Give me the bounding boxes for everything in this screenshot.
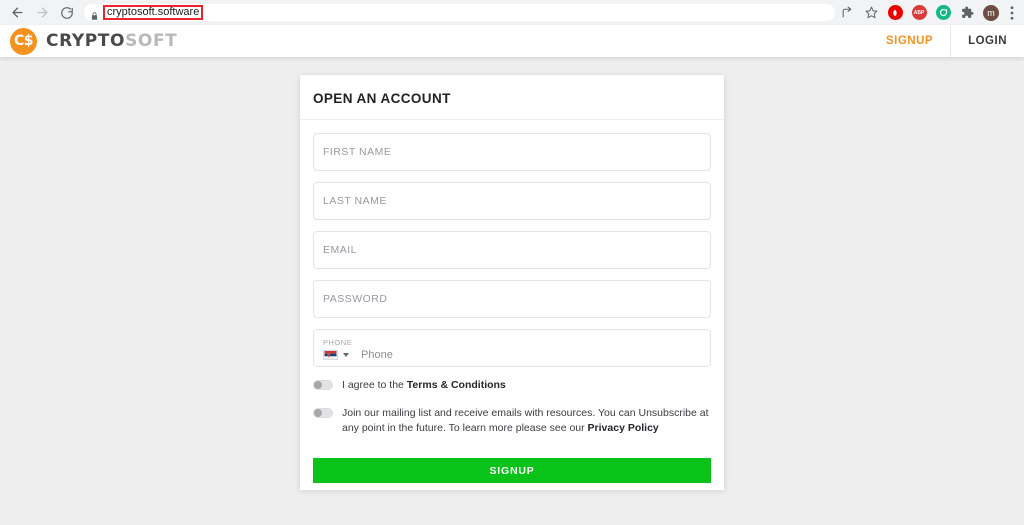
terms-toggle[interactable]	[313, 380, 333, 390]
signup-submit-button[interactable]: SIGNUP	[313, 458, 711, 483]
page-body: OPEN AN ACCOUNT FIRST NAME LAST NAME EMA…	[0, 57, 1024, 525]
signup-card: OPEN AN ACCOUNT FIRST NAME LAST NAME EMA…	[300, 75, 724, 490]
privacy-policy-link[interactable]: Privacy Policy	[588, 422, 659, 434]
header-link-login[interactable]: LOGIN	[950, 25, 1024, 57]
url-text: cryptosoft.software	[107, 6, 200, 18]
terms-toggle-row: I agree to the Terms & Conditions	[313, 378, 711, 393]
back-icon[interactable]	[6, 2, 28, 24]
logo-text-secondary: SOFT	[125, 31, 178, 51]
mailing-list-toggle-row: Join our mailing list and receive emails…	[313, 406, 711, 436]
mailing-list-toggle[interactable]	[313, 408, 333, 418]
puzzle-extensions-icon[interactable]	[955, 2, 979, 24]
share-icon[interactable]	[835, 2, 859, 24]
browser-toolbar: cryptosoft.software ABP m	[0, 0, 1024, 25]
phone-label: PHONE	[323, 338, 353, 347]
lock-icon	[90, 8, 99, 20]
terms-conditions-link[interactable]: Terms & Conditions	[407, 379, 506, 391]
email-placeholder: EMAIL	[323, 244, 358, 256]
url-highlight-box: cryptosoft.software	[103, 5, 204, 20]
site-logo[interactable]: C$ CRYPTOSOFT	[0, 27, 177, 55]
adblock-plus-icon[interactable]: ABP	[907, 2, 931, 24]
opera-extension-icon[interactable]	[883, 2, 907, 24]
phone-placeholder: Phone	[361, 349, 393, 361]
serbia-flag-icon[interactable]	[323, 350, 338, 360]
password-input[interactable]: PASSWORD	[313, 280, 711, 318]
bookmark-star-icon[interactable]	[859, 2, 883, 24]
first-name-placeholder: FIRST NAME	[323, 146, 392, 158]
address-bar[interactable]: cryptosoft.software	[84, 4, 835, 21]
green-extension-icon[interactable]	[931, 2, 955, 24]
kebab-menu-icon[interactable]	[1003, 2, 1020, 24]
chevron-down-icon[interactable]	[343, 353, 349, 357]
reload-icon[interactable]	[56, 2, 78, 24]
site-header: C$ CRYPTOSOFT SIGNUP LOGIN	[0, 25, 1024, 57]
terms-text-before: I agree to the	[342, 379, 407, 391]
logo-text-primary: CRYPTO	[46, 31, 126, 51]
logo-wordmark: CRYPTOSOFT	[46, 31, 177, 51]
toggle-knob	[314, 409, 322, 417]
last-name-placeholder: LAST NAME	[323, 195, 387, 207]
toggle-knob	[314, 381, 322, 389]
phone-input[interactable]: PHONE Phone	[313, 329, 711, 367]
browser-extension-icons: ABP m	[835, 2, 1024, 24]
first-name-input[interactable]: FIRST NAME	[313, 133, 711, 171]
browser-nav-buttons	[0, 2, 78, 24]
profile-avatar[interactable]: m	[979, 2, 1003, 24]
logo-mark-icon: C$	[10, 27, 37, 55]
header-link-signup[interactable]: SIGNUP	[869, 25, 950, 57]
signup-form: FIRST NAME LAST NAME EMAIL PASSWORD PHON…	[300, 120, 724, 483]
header-nav: SIGNUP LOGIN	[869, 25, 1024, 57]
last-name-input[interactable]: LAST NAME	[313, 182, 711, 220]
password-placeholder: PASSWORD	[323, 293, 388, 305]
page-title: OPEN AN ACCOUNT	[300, 75, 724, 120]
forward-icon[interactable]	[31, 2, 53, 24]
terms-toggle-label: I agree to the Terms & Conditions	[342, 378, 506, 393]
email-input[interactable]: EMAIL	[313, 231, 711, 269]
mailing-list-toggle-label: Join our mailing list and receive emails…	[342, 406, 711, 436]
